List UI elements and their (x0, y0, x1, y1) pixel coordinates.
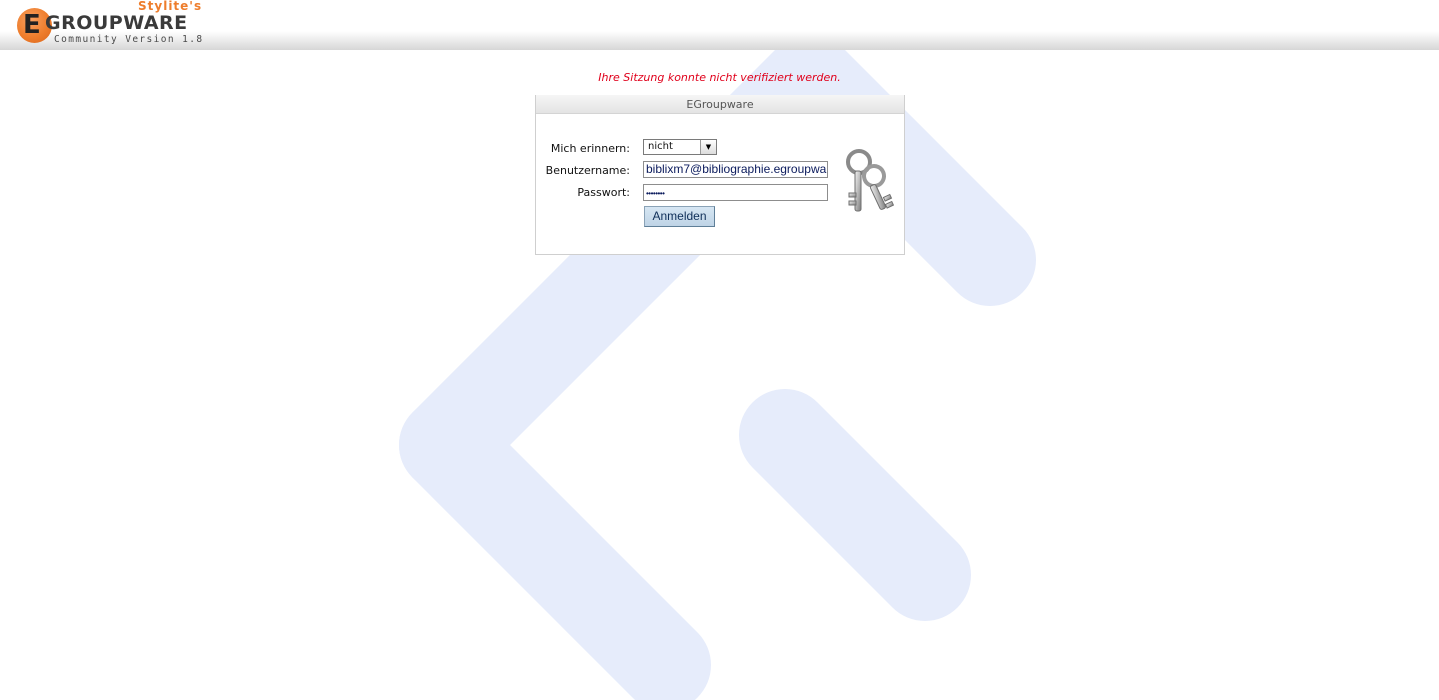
login-button[interactable]: Anmelden (644, 206, 715, 227)
chevron-down-icon[interactable]: ▼ (700, 140, 716, 154)
app-header: E GROUPWARE Stylite's Community Version … (0, 0, 1439, 50)
remember-select[interactable]: nicht ▼ (643, 139, 717, 155)
login-panel: EGroupware Mich erinnern: nicht ▼ Benutz… (535, 95, 905, 255)
session-error-message: Ihre Sitzung konnte nicht verifiziert we… (598, 71, 841, 84)
egroupware-logo[interactable]: E GROUPWARE Stylite's Community Version … (17, 0, 207, 46)
remember-label: Mich erinnern: (550, 142, 630, 155)
logo-letter: E (23, 10, 41, 40)
logo-brand-prefix: Stylite's (138, 0, 203, 13)
remember-select-value: nicht (648, 141, 673, 152)
password-label: Passwort: (577, 186, 630, 199)
password-masked-value: •••••••• (646, 189, 665, 198)
login-panel-title: EGroupware (536, 95, 904, 114)
logo-wordmark: GROUPWARE (45, 12, 188, 34)
username-label: Benutzername: (545, 164, 630, 177)
keys-icon (846, 149, 894, 212)
username-input[interactable]: biblixm7@bibliographie.egroupwa (643, 161, 828, 178)
logo-version: Community Version 1.8 (54, 34, 204, 45)
password-input[interactable]: •••••••• (643, 184, 828, 201)
